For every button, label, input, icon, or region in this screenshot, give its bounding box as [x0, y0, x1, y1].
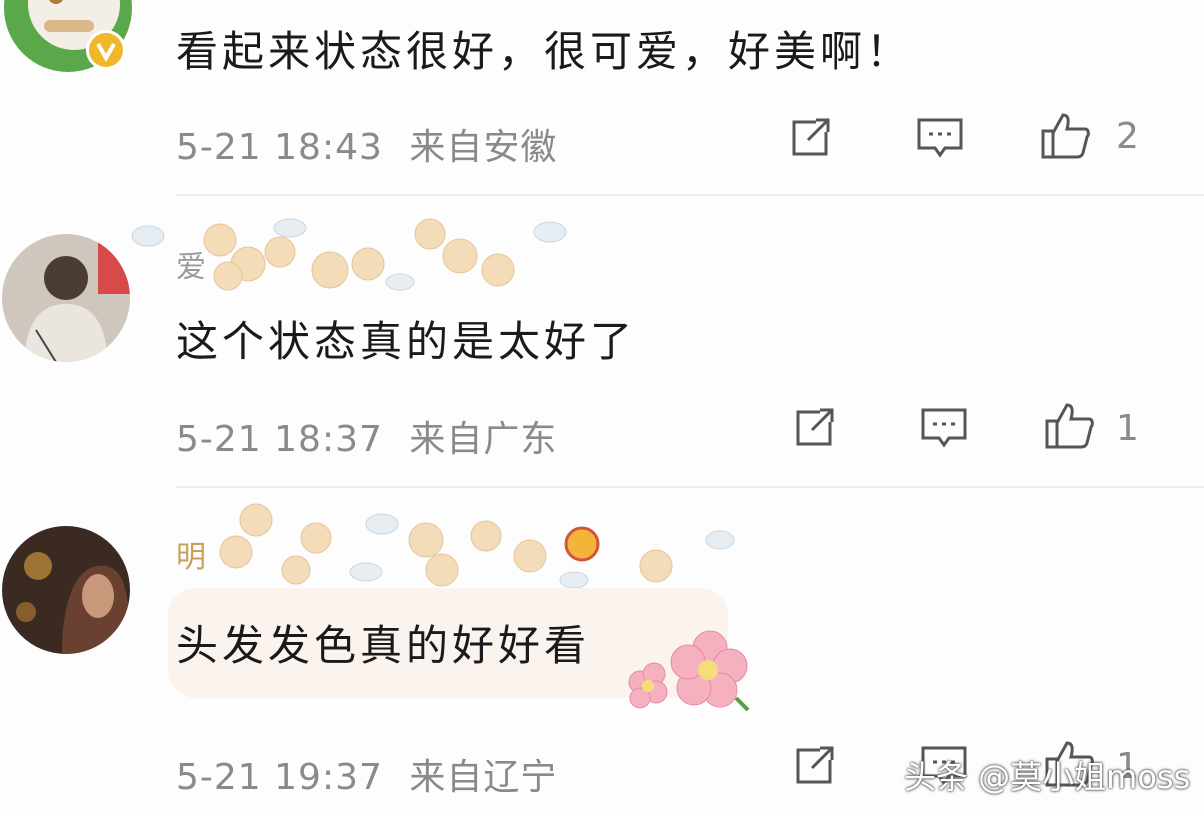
- comment-text: 头发发色真的好好看: [176, 621, 591, 670]
- thumbs-up-icon[interactable]: [1042, 398, 1098, 454]
- watermark: 头条 @莫小姐moss: [904, 758, 1191, 796]
- share-icon[interactable]: [782, 110, 838, 166]
- comment-text: 看起来状态很好，很可爱，好美啊！: [176, 27, 913, 76]
- comment-time: 5-21 18:37: [176, 419, 383, 460]
- share-icon[interactable]: [786, 400, 842, 456]
- comment-time: 5-21 19:37: [176, 757, 383, 798]
- flower-sticker: [620, 628, 754, 716]
- comment-icon[interactable]: [916, 400, 972, 456]
- emoji-stickers: [130, 212, 570, 306]
- like-count: 1: [1116, 408, 1139, 449]
- comment-meta: 5-21 19:37 来自辽宁: [176, 748, 557, 800]
- comment-text: 这个状态真的是太好了: [176, 317, 637, 366]
- thumbs-up-icon[interactable]: [1038, 108, 1094, 164]
- comment-location: 来自安徽: [409, 127, 558, 168]
- comment-meta: 5-21 18:43 来自安徽: [176, 118, 557, 170]
- comment-time: 5-21 18:43: [176, 127, 383, 168]
- avatar[interactable]: [2, 526, 130, 654]
- comment-2: 爱 这个状态真的是太好了 5-21 18:37 来自广东 1: [0, 196, 1204, 486]
- share-icon[interactable]: [786, 738, 842, 794]
- verified-badge-icon: [86, 30, 126, 70]
- emoji-stickers: [196, 494, 736, 598]
- avatar[interactable]: [2, 234, 130, 362]
- like-count: 2: [1116, 116, 1139, 157]
- comment-1: 看起来状态很好，很可爱，好美啊！ 5-21 18:43 来自安徽 2: [0, 0, 1204, 196]
- comment-meta: 5-21 18:37 来自广东: [176, 410, 557, 462]
- comment-location: 来自广东: [409, 419, 558, 460]
- comment-icon[interactable]: [912, 110, 968, 166]
- comment-location: 来自辽宁: [409, 757, 558, 798]
